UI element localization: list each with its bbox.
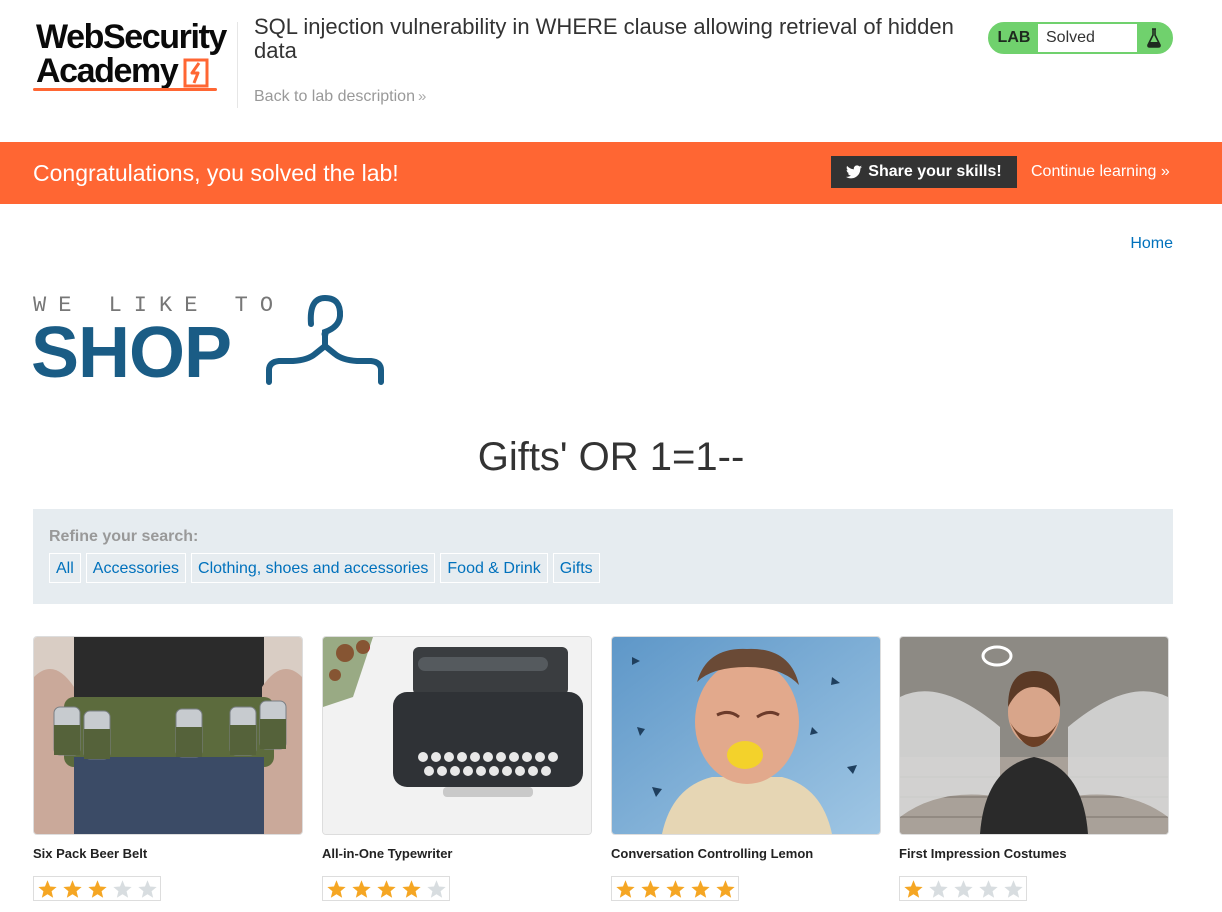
star-empty-icon: [110, 878, 135, 900]
star-rating: [899, 876, 1027, 901]
double-chevron-right-icon: »: [1160, 163, 1170, 180]
star-empty-icon: [976, 878, 1001, 900]
header-divider: [237, 22, 238, 108]
back-link-label: Back to lab description: [254, 88, 415, 105]
star-filled-icon: [60, 878, 85, 900]
continue-learning-link[interactable]: Continue learning »: [1031, 163, 1170, 181]
star-filled-icon: [374, 878, 399, 900]
product-card[interactable]: Conversation Controlling Lemon: [611, 636, 881, 901]
star-empty-icon: [951, 878, 976, 900]
star-filled-icon: [35, 878, 60, 900]
shop-logo-wordmark: SHOP: [31, 313, 232, 393]
star-filled-icon: [85, 878, 110, 900]
product-image[interactable]: [611, 636, 881, 835]
filter-accessories[interactable]: Accessories: [85, 553, 187, 583]
star-empty-icon: [926, 878, 951, 900]
star-filled-icon: [713, 878, 738, 900]
filter-all[interactable]: All: [49, 553, 81, 583]
category-filter-list: All Accessories Clothing, shoes and acce…: [49, 553, 605, 583]
star-filled-icon: [901, 878, 926, 900]
star-empty-icon: [424, 878, 449, 900]
clothes-hanger-icon: [266, 294, 384, 385]
logo-underline: [33, 88, 217, 91]
flask-icon: [1137, 24, 1171, 52]
category-filter-panel: Refine your search: All Accessories Clot…: [33, 509, 1173, 604]
share-your-skills-button[interactable]: Share your skills!: [831, 156, 1017, 188]
we-like-to-shop-logo: WE LIKE TO SHOP: [31, 294, 393, 393]
logo-line-1: WebSecurity: [36, 18, 227, 56]
star-filled-icon: [638, 878, 663, 900]
star-filled-icon: [688, 878, 713, 900]
filter-gifts[interactable]: Gifts: [552, 553, 600, 583]
star-empty-icon: [1001, 878, 1026, 900]
home-link[interactable]: Home: [1130, 235, 1173, 253]
lightning-bolt-icon: [183, 58, 209, 88]
refine-search-label: Refine your search:: [49, 528, 199, 545]
product-card[interactable]: First Impression Costumes: [899, 636, 1169, 901]
logo-line-2: Academy: [36, 52, 179, 90]
star-filled-icon: [349, 878, 374, 900]
star-filled-icon: [324, 878, 349, 900]
congratulations-banner: Congratulations, you solved the lab! Sha…: [0, 142, 1222, 204]
back-to-lab-description-link[interactable]: Back to lab description»: [254, 88, 426, 106]
star-rating: [322, 876, 450, 901]
continue-learning-label: Continue learning: [1031, 163, 1157, 180]
web-security-academy-logo[interactable]: WebSecurity Academy: [33, 18, 237, 94]
lab-header: WebSecurity Academy SQL injection vulner…: [0, 0, 1222, 142]
lab-badge: LAB: [990, 24, 1038, 52]
search-results-heading: Gifts' OR 1=1--: [477, 435, 745, 479]
lab-title: SQL injection vulnerability in WHERE cla…: [254, 14, 954, 63]
product-name[interactable]: First Impression Costumes: [899, 846, 1067, 861]
star-rating: [33, 876, 161, 901]
filter-food-drink[interactable]: Food & Drink: [440, 553, 548, 583]
twitter-icon: [846, 165, 863, 179]
double-chevron-right-icon: »: [417, 88, 427, 105]
filter-clothing-shoes-accessories[interactable]: Clothing, shoes and accessories: [191, 553, 436, 583]
star-rating: [611, 876, 739, 901]
share-button-label: Share your skills!: [868, 163, 1002, 180]
product-card[interactable]: All-in-One Typewriter: [322, 636, 592, 901]
product-card[interactable]: Six Pack Beer Belt: [33, 636, 303, 901]
congratulations-message: Congratulations, you solved the lab!: [33, 160, 399, 186]
lab-status-text: Solved: [1038, 24, 1137, 52]
product-name[interactable]: All-in-One Typewriter: [322, 846, 453, 861]
star-filled-icon: [613, 878, 638, 900]
product-name[interactable]: Six Pack Beer Belt: [33, 846, 147, 861]
product-name[interactable]: Conversation Controlling Lemon: [611, 846, 813, 861]
product-image[interactable]: [899, 636, 1169, 835]
star-filled-icon: [399, 878, 424, 900]
lab-status-widget: LAB Solved: [988, 22, 1173, 54]
product-grid: Six Pack Beer Belt All-in-One Typewriter: [33, 636, 1173, 912]
star-filled-icon: [663, 878, 688, 900]
product-image[interactable]: [33, 636, 303, 835]
product-image[interactable]: [322, 636, 592, 835]
star-empty-icon: [135, 878, 160, 900]
